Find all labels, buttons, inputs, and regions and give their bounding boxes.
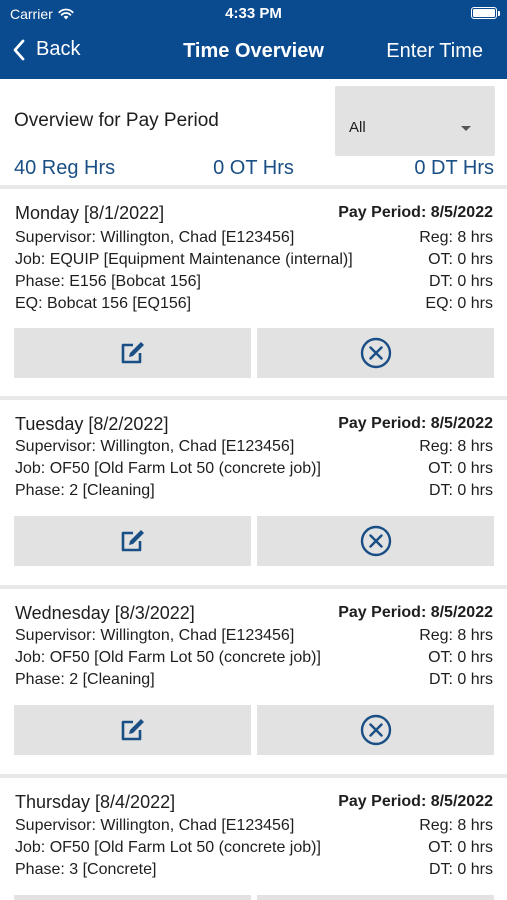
back-label: Back [36,38,81,60]
delete-circle-x-icon [360,337,391,369]
entry-day: Monday [8/1/2022] [15,203,165,223]
edit-icon [121,530,144,552]
entry-phase: Phase: 2 [Cleaning] [15,671,155,688]
entry-supervisor: Supervisor: Willington, Chad [E123456] [15,229,295,246]
pay-period-overview: Overview for Pay Period All 40 Reg Hrs 0… [0,79,507,185]
time-entry-card: Thursday [8/4/2022] Pay Period: 8/5/2022… [0,778,507,900]
entry-phase: Phase: 2 [Cleaning] [15,482,155,499]
status-time: 4:33 PM [225,5,282,22]
status-bar: Carrier 4:33 PM [0,0,507,28]
entry-ot-hours: OT: 0 hrs [428,460,493,477]
entry-detail-row: Supervisor: Willington, Chad [E123456] R… [15,229,493,251]
entry-equipment: EQ: Bobcat 156 [EQ156] [15,295,192,312]
entry-day: Thursday [8/4/2022] [15,792,176,812]
total-dt-hours: 0 DT Hrs [414,157,494,179]
entry-phase: Phase: E156 [Bobcat 156] [15,273,201,290]
delete-entry-button[interactable] [257,895,494,900]
edit-icon [121,342,144,364]
edit-entry-button[interactable] [14,516,251,566]
time-entry-card: Wednesday [8/3/2022] Pay Period: 8/5/202… [0,589,507,774]
edit-icon [121,719,144,741]
entry-pay-period: Pay Period: 8/5/2022 [338,415,493,432]
entry-actions [14,895,494,900]
entry-ot-hours: OT: 0 hrs [428,839,493,856]
chevron-left-icon [13,39,25,60]
entry-reg-hours: Reg: 8 hrs [419,817,493,834]
entry-dt-hours: DT: 0 hrs [428,861,493,878]
entry-reg-hours: Reg: 8 hrs [419,229,493,246]
entry-dt-hours: DT: 0 hrs [428,273,493,290]
nav-bar: Back Time Overview Enter Time [0,32,507,74]
battery-icon [471,7,500,19]
back-button[interactable]: Back [12,38,80,61]
entry-detail-row: Job: OF50 [Old Farm Lot 50 (concrete job… [15,460,493,482]
entry-ot-hours: OT: 0 hrs [428,251,493,268]
entry-supervisor: Supervisor: Willington, Chad [E123456] [15,817,295,834]
entry-detail-row: Phase: 3 [Concrete] DT: 0 hrs [15,861,493,883]
entry-day: Tuesday [8/2/2022] [15,414,169,434]
time-entry-card: Monday [8/1/2022] Pay Period: 8/5/2022 S… [0,189,507,396]
entry-dt-hours: DT: 0 hrs [428,671,493,688]
entry-dt-hours: DT: 0 hrs [428,482,493,499]
entry-job: Job: OF50 [Old Farm Lot 50 (concrete job… [15,649,321,666]
delete-circle-x-icon [360,714,391,746]
top-navigation-bar: Carrier 4:33 PM Back Time Overview Enter… [0,0,507,79]
entry-job: Job: OF50 [Old Farm Lot 50 (concrete job… [15,839,321,856]
entry-detail-row: Phase: 2 [Cleaning] DT: 0 hrs [15,482,493,504]
entry-reg-hours: Reg: 8 hrs [419,627,493,644]
filter-selected-value: All [349,119,366,136]
entry-detail-row: Job: OF50 [Old Farm Lot 50 (concrete job… [15,649,493,671]
pay-period-filter-select[interactable]: All [335,86,495,156]
entry-supervisor: Supervisor: Willington, Chad [E123456] [15,627,295,644]
entry-actions [14,516,494,566]
delete-entry-button[interactable] [257,705,494,755]
edit-entry-button[interactable] [14,705,251,755]
caret-down-icon [461,126,471,131]
entry-detail-row: Supervisor: Willington, Chad [E123456] R… [15,817,493,839]
entry-detail-row: Job: EQUIP [Equipment Maintenance (inter… [15,251,493,273]
entry-job: Job: EQUIP [Equipment Maintenance (inter… [15,251,353,268]
time-entry-card: Tuesday [8/2/2022] Pay Period: 8/5/2022 … [0,400,507,585]
delete-circle-x-icon [360,525,391,557]
entry-detail-row: Phase: 2 [Cleaning] DT: 0 hrs [15,671,493,693]
entry-eq-hours: EQ: 0 hrs [425,295,493,312]
entry-actions [14,705,494,755]
delete-entry-button[interactable] [257,328,494,378]
entry-detail-row: Supervisor: Willington, Chad [E123456] R… [15,627,493,649]
entry-ot-hours: OT: 0 hrs [428,649,493,666]
enter-time-button[interactable]: Enter Time [386,40,483,63]
entry-day: Wednesday [8/3/2022] [15,603,195,623]
edit-entry-button[interactable] [14,328,251,378]
entry-actions [14,328,494,378]
entry-detail-row: Job: OF50 [Old Farm Lot 50 (concrete job… [15,839,493,861]
entry-job: Job: OF50 [Old Farm Lot 50 (concrete job… [15,460,321,477]
entry-pay-period: Pay Period: 8/5/2022 [338,604,493,621]
overview-label: Overview for Pay Period [14,110,219,131]
entry-reg-hours: Reg: 8 hrs [419,438,493,455]
delete-entry-button[interactable] [257,516,494,566]
entry-detail-row: Phase: E156 [Bobcat 156] DT: 0 hrs [15,273,493,295]
entry-phase: Phase: 3 [Concrete] [15,861,157,878]
entry-detail-row: Supervisor: Willington, Chad [E123456] R… [15,438,493,460]
edit-entry-button[interactable] [14,895,251,900]
entry-supervisor: Supervisor: Willington, Chad [E123456] [15,438,295,455]
entry-detail-row: EQ: Bobcat 156 [EQ156] EQ: 0 hrs [15,295,493,317]
entry-pay-period: Pay Period: 8/5/2022 [338,204,493,221]
entry-pay-period: Pay Period: 8/5/2022 [338,793,493,810]
